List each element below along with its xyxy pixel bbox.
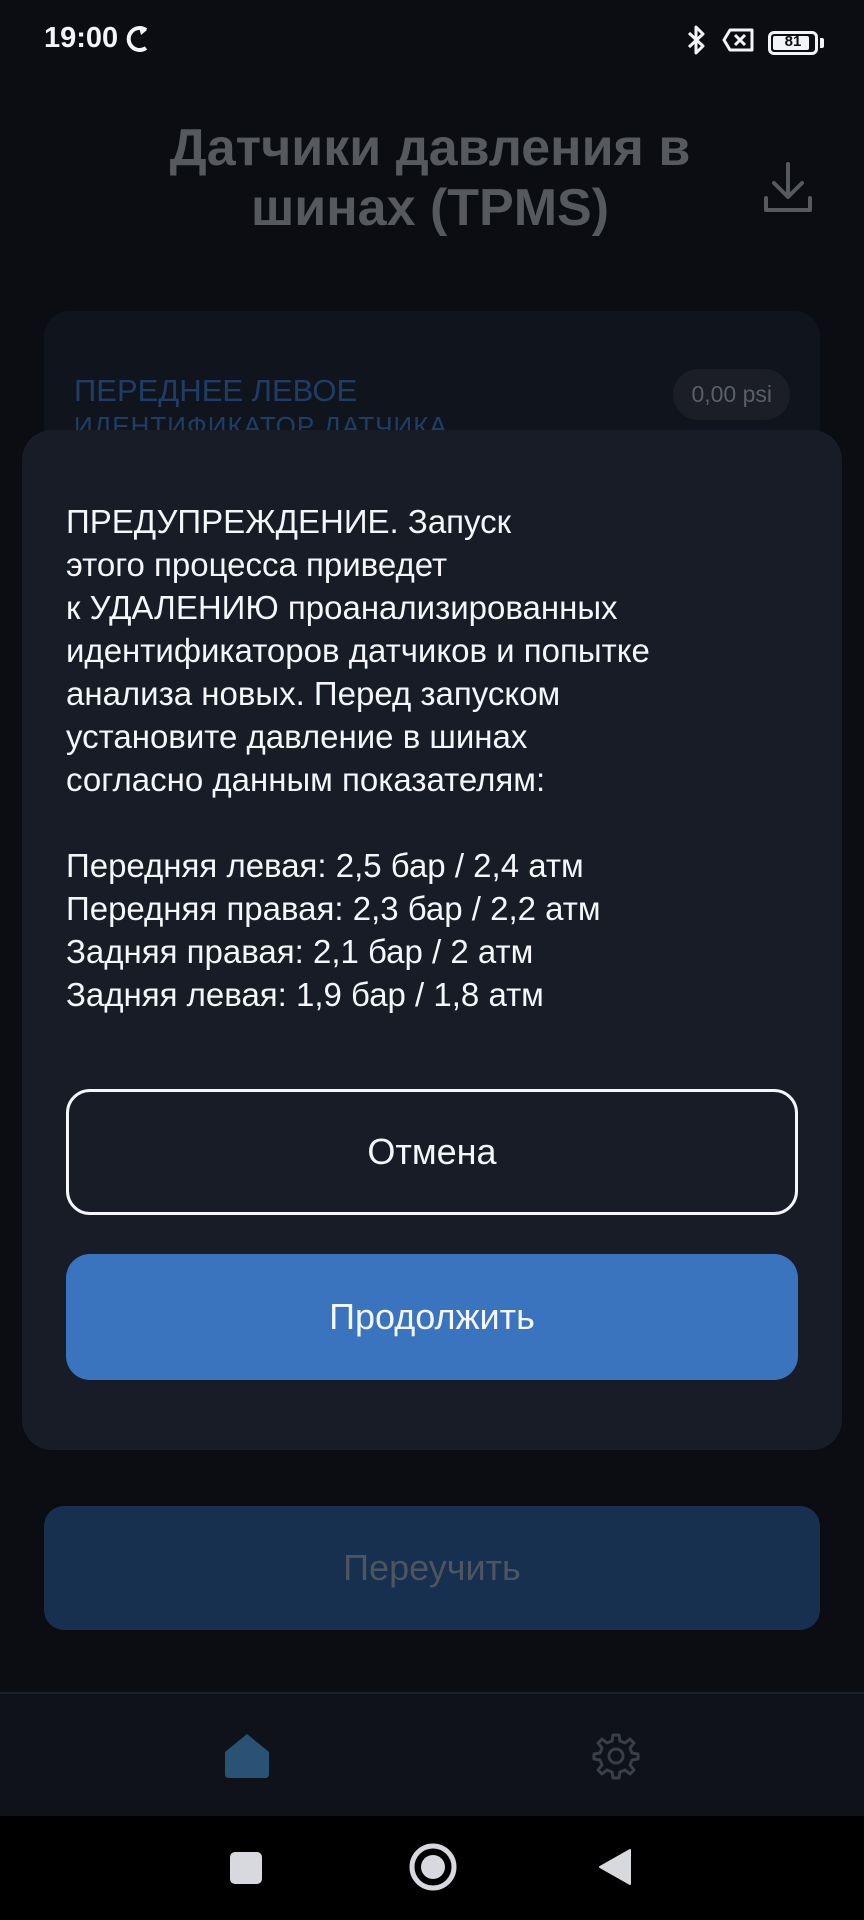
bottom-nav [0,1692,864,1818]
download-icon[interactable] [758,158,818,218]
pressure-badge: 0,00 psi [673,369,790,420]
recent-apps-button[interactable] [230,1852,262,1884]
app-screen: 19:00 81 Датчики давления в шинах (TPMS)… [0,0,864,1920]
status-bar: 19:00 81 [0,0,864,84]
home-icon[interactable] [222,1732,272,1785]
continue-button[interactable]: Продолжить [66,1254,798,1380]
page-title: Датчики давления в шинах (TPMS) [169,119,691,237]
back-button[interactable] [598,1848,632,1891]
bluetooth-icon [686,24,708,61]
sync-icon [126,24,152,59]
warning-dialog: ПРЕДУПРЕЖДЕНИЕ. Запуск этого процесса пр… [22,430,842,1450]
cancel-button[interactable]: Отмена [66,1089,798,1215]
battery-icon: 81 [768,30,818,55]
sensor-position: ПЕРЕДНЕЕ ЛЕВОЕ [74,373,358,408]
system-home-button[interactable] [408,1842,458,1892]
battery-level: 81 [784,32,802,50]
status-time: 19:00 [44,22,119,54]
system-nav-bar [0,1816,864,1920]
warning-text: ПРЕДУПРЕЖДЕНИЕ. Запуск этого процесса пр… [66,503,650,1013]
gear-icon[interactable] [592,1732,640,1785]
no-sim-icon [722,28,754,57]
relearn-button[interactable]: Переучить [44,1506,820,1630]
status-icons: 81 [686,24,824,61]
